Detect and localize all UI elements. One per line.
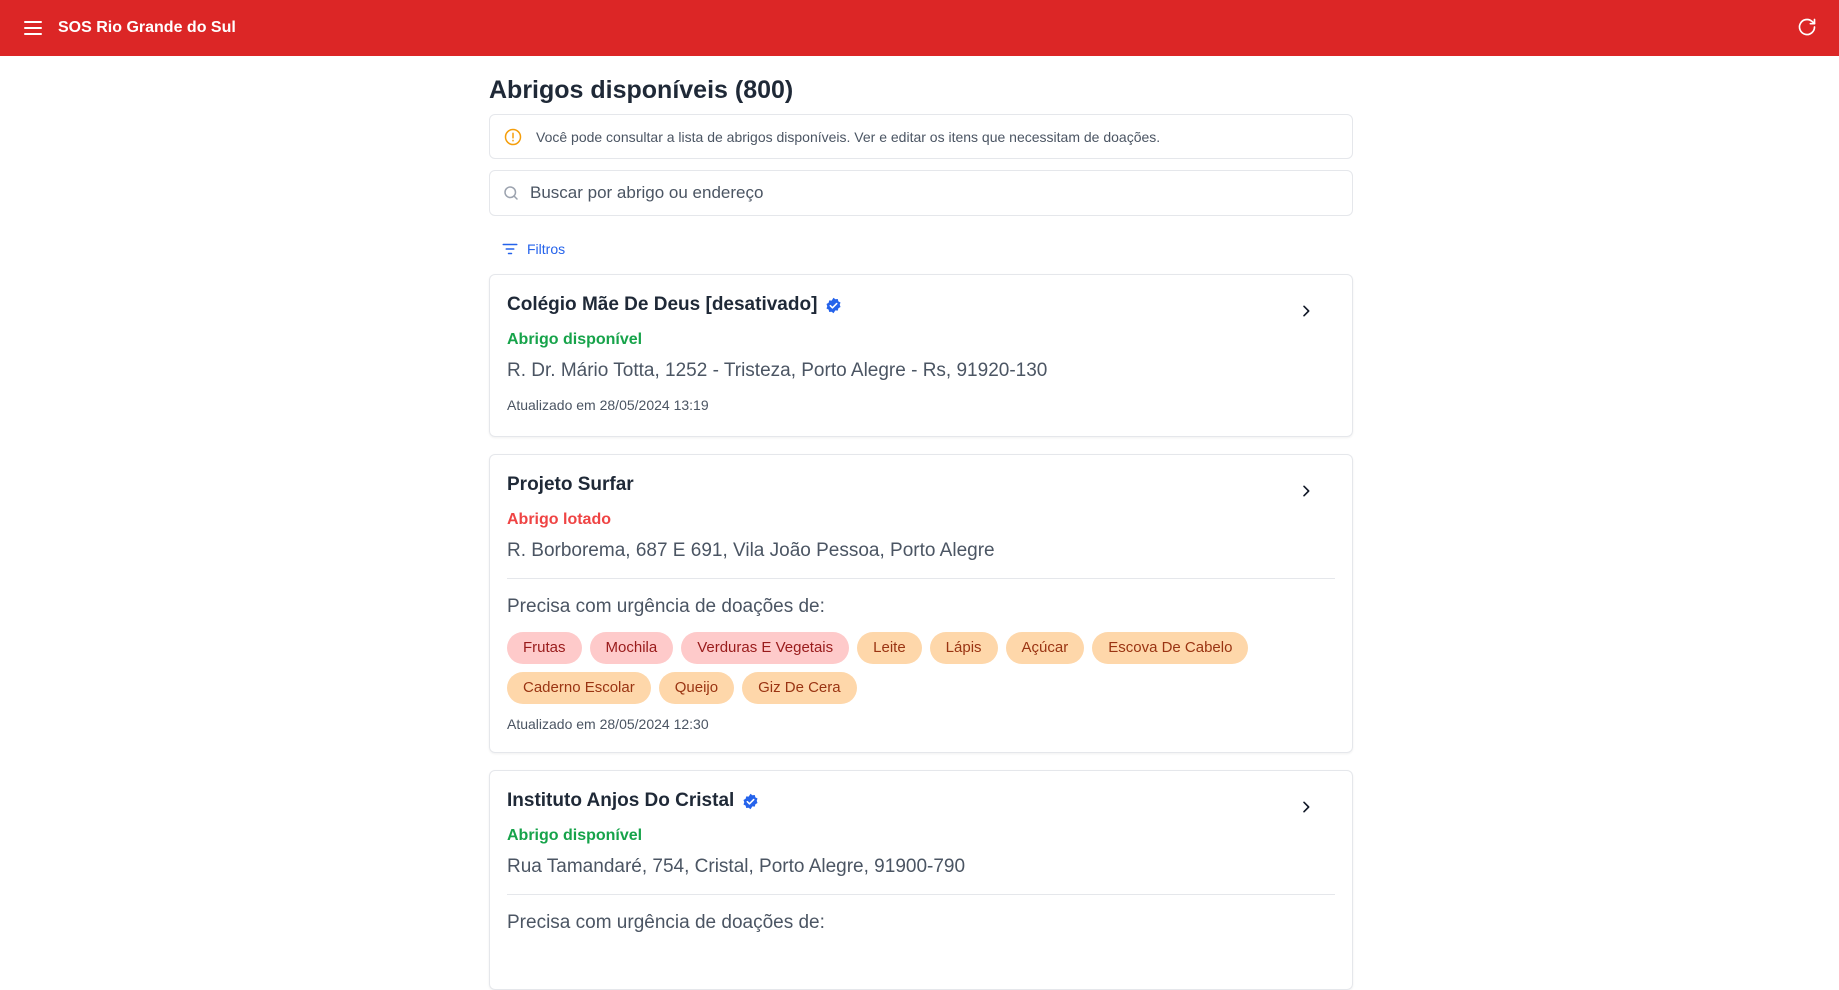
need-tag[interactable]: Lápis — [929, 632, 998, 664]
shelter-status: Abrigo disponível — [507, 331, 643, 348]
info-text: Você pode consultar a lista de abrigos d… — [536, 128, 1161, 145]
shelter-card[interactable]: Projeto Surfar Abrigo lotado R. Borborem… — [489, 454, 1353, 753]
top-app-bar: SOS Rio Grande do Sul — [0, 0, 1839, 56]
filter-icon — [501, 240, 519, 258]
shelter-title: Projeto Surfar — [507, 473, 1335, 497]
need-tag[interactable]: Caderno Escolar — [507, 672, 651, 704]
info-icon — [504, 128, 522, 146]
chevron-right-icon[interactable] — [1298, 483, 1314, 499]
refresh-icon[interactable] — [1797, 17, 1819, 39]
shelter-name: Projeto Surfar — [507, 474, 634, 495]
need-tag[interactable]: Mochila — [589, 632, 674, 664]
search-icon — [502, 184, 520, 202]
shelter-title: Instituto Anjos Do Cristal — [507, 789, 1335, 813]
need-tag[interactable]: Leite — [857, 632, 922, 664]
filters-label: Filtros — [527, 241, 566, 257]
divider — [507, 894, 1335, 895]
shelter-card[interactable]: Colégio Mãe De Deus [desativado] Abrigo … — [489, 274, 1353, 437]
shelter-address: R. Dr. Mário Totta, 1252 - Tristeza, Por… — [507, 360, 1048, 381]
needs-title: Precisa com urgência de doações de: — [507, 596, 825, 617]
info-banner: Você pode consultar a lista de abrigos d… — [489, 114, 1353, 159]
need-tag[interactable]: Queijo — [658, 672, 735, 704]
need-tag[interactable]: Açúcar — [1005, 632, 1085, 664]
shelter-title: Colégio Mãe De Deus [desativado] — [507, 293, 1335, 317]
chevron-right-icon[interactable] — [1298, 799, 1314, 815]
chevron-right-icon[interactable] — [1298, 303, 1314, 319]
divider — [507, 578, 1335, 579]
filters-button[interactable]: Filtros — [489, 238, 599, 260]
search-box[interactable] — [489, 170, 1353, 216]
need-tag[interactable]: Frutas — [507, 632, 582, 664]
needs-title: Precisa com urgência de doações de: — [507, 912, 825, 933]
shelter-card[interactable]: Instituto Anjos Do Cristal Abrigo dispon… — [489, 770, 1353, 990]
shelter-status: Abrigo disponível — [507, 827, 643, 844]
app-title[interactable]: SOS Rio Grande do Sul — [58, 19, 236, 37]
updated-timestamp: Atualizado em 28/05/2024 12:30 — [507, 716, 709, 732]
menu-icon[interactable] — [22, 17, 44, 39]
search-input[interactable] — [530, 183, 1340, 203]
verified-icon — [825, 297, 842, 314]
need-tag[interactable]: Escova De Cabelo — [1092, 632, 1249, 664]
shelter-name: Colégio Mãe De Deus [desativado] — [507, 294, 818, 315]
shelter-address: Rua Tamandaré, 754, Cristal, Porto Alegr… — [507, 856, 966, 877]
shelter-address: R. Borborema, 687 E 691, Vila João Pesso… — [507, 540, 995, 561]
main-content: Abrigos disponíveis (800) Você pode cons… — [489, 56, 1353, 990]
need-tag[interactable]: Verduras E Vegetais — [681, 632, 850, 664]
need-tag[interactable]: Giz De Cera — [742, 672, 857, 704]
shelter-status: Abrigo lotado — [507, 511, 611, 528]
updated-timestamp: Atualizado em 28/05/2024 13:19 — [507, 397, 709, 413]
verified-icon — [742, 793, 759, 810]
page-title: Abrigos disponíveis (800) — [489, 76, 794, 104]
needs-tags: Frutas Mochila Verduras E Vegetais Leite… — [507, 632, 1307, 712]
shelter-name: Instituto Anjos Do Cristal — [507, 790, 735, 811]
